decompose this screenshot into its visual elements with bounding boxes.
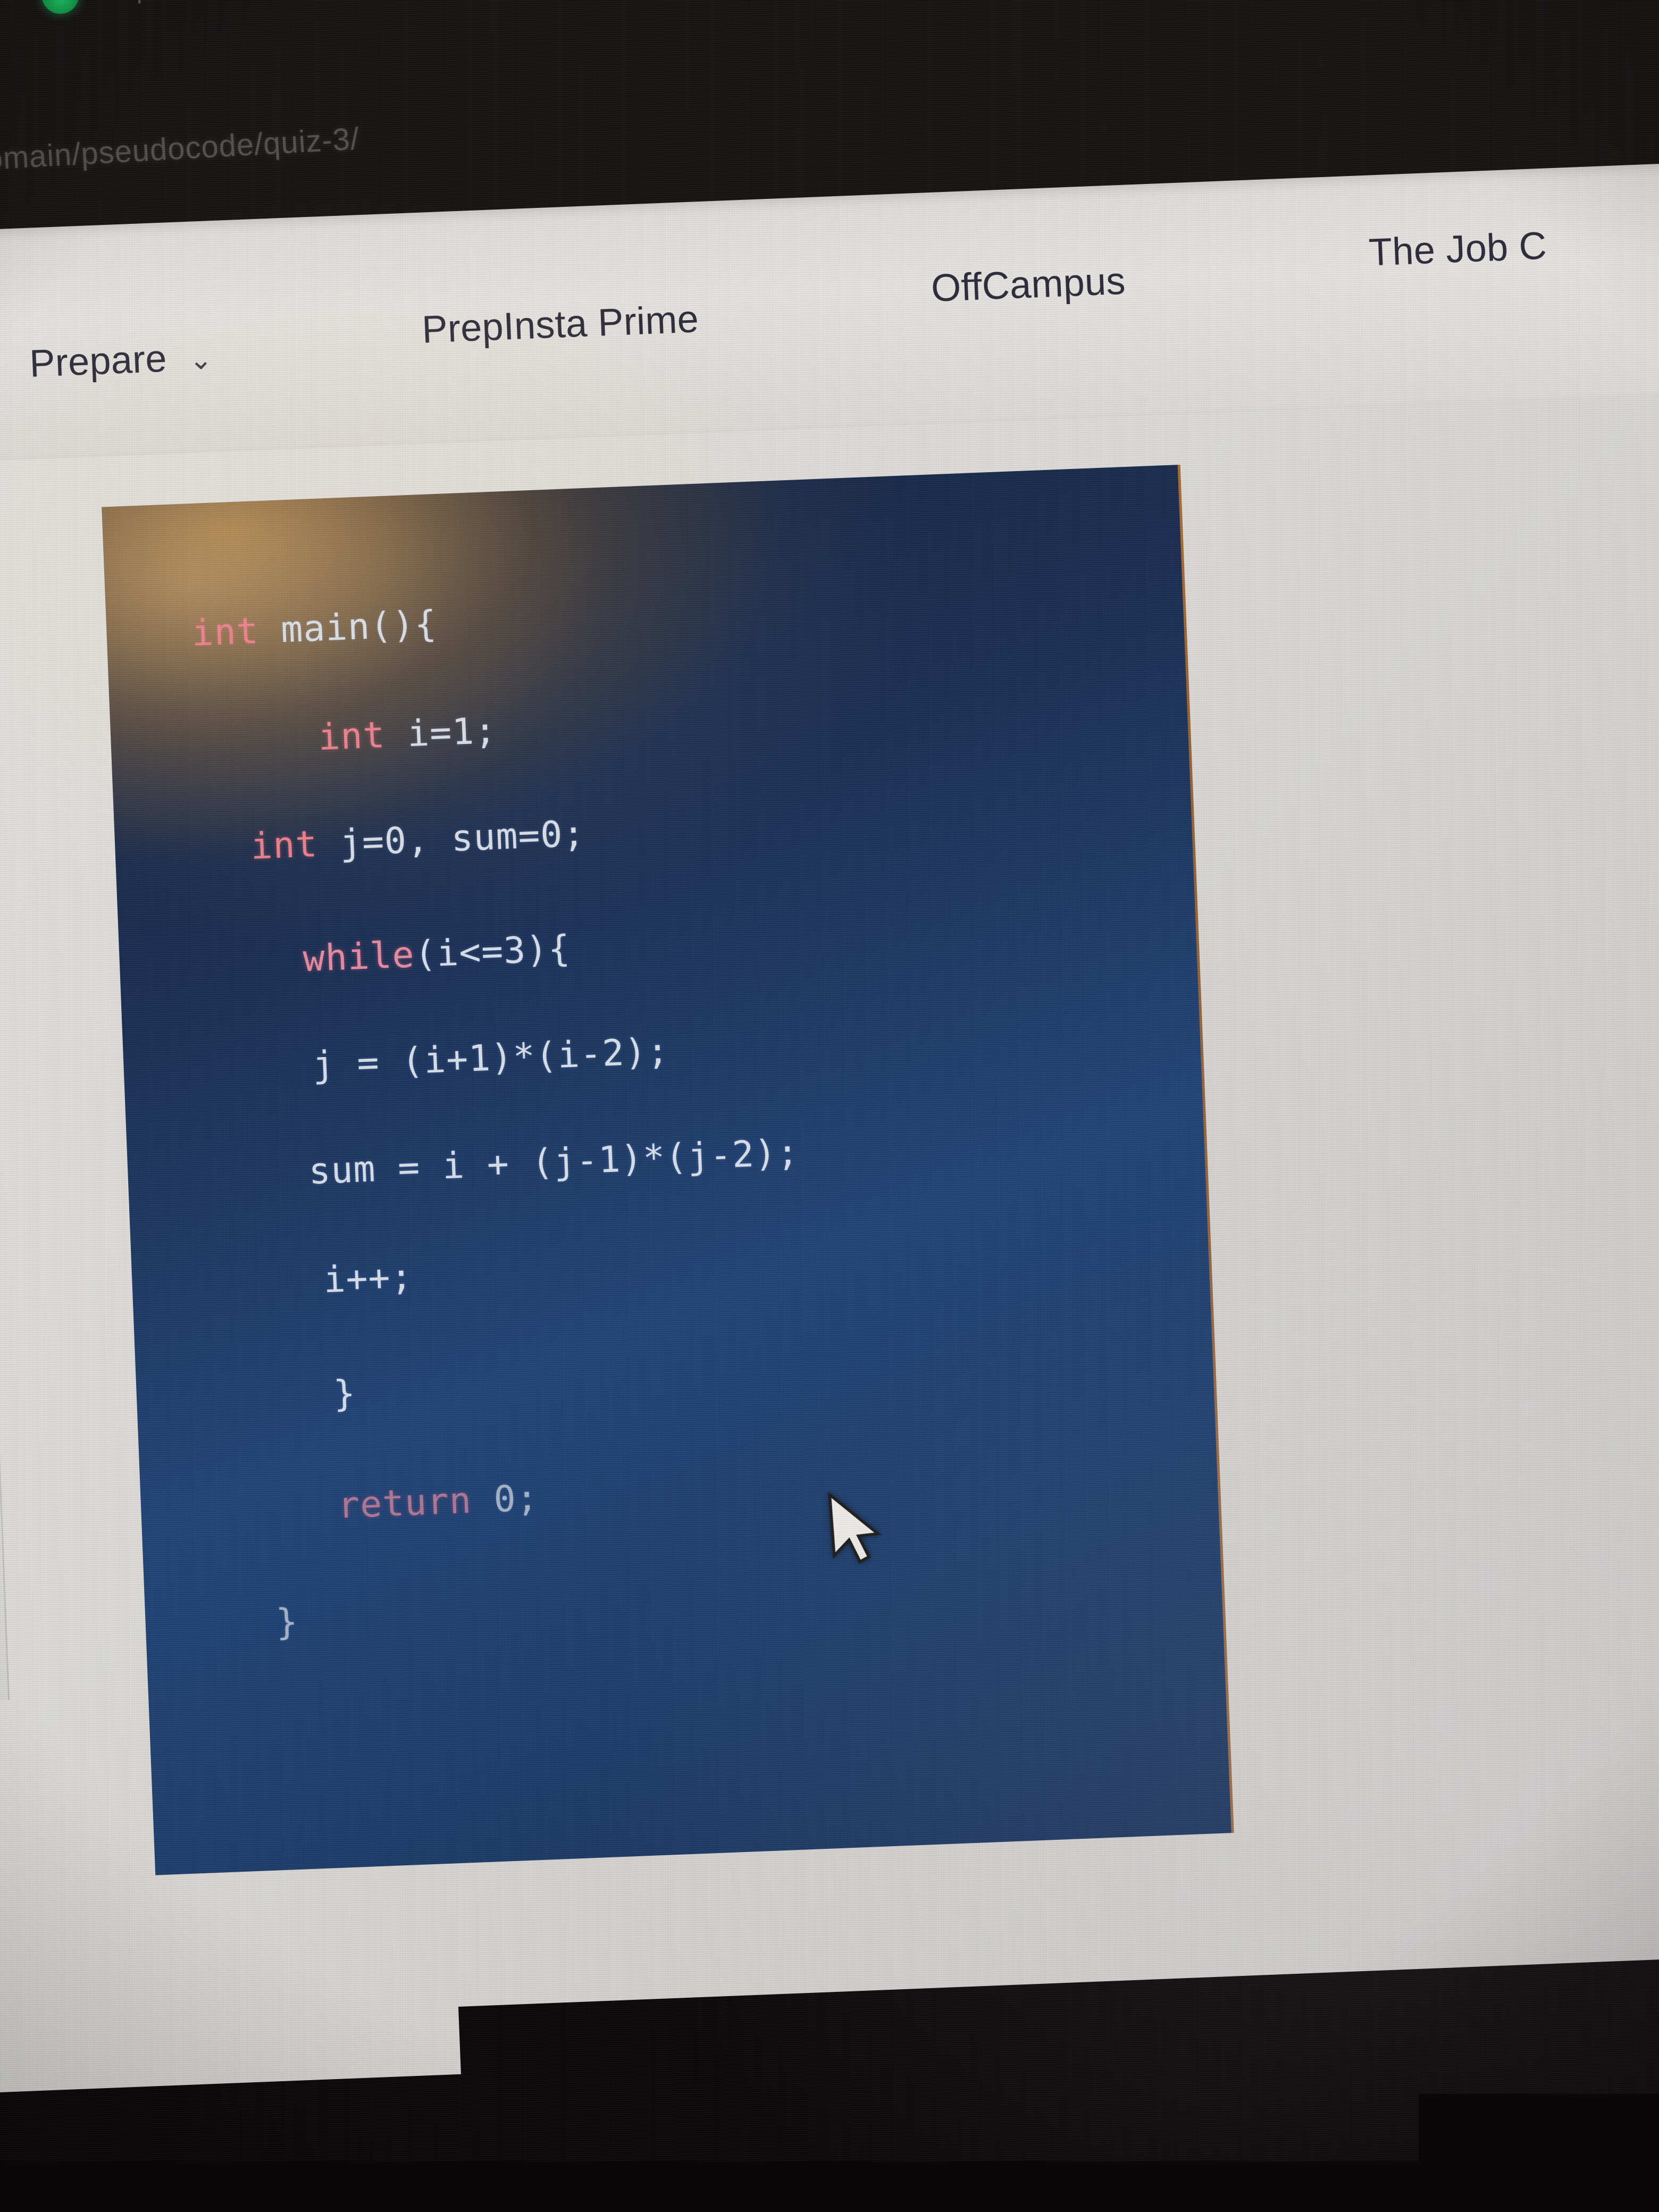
code-token: j=0, sum=0; bbox=[317, 812, 586, 865]
code-token: i=1; bbox=[384, 710, 498, 756]
screen-content: ✕ PrepInsta are/domain/pseudocode/quiz-3… bbox=[0, 0, 1659, 2212]
code-line: j = (i+1)*(i-2); bbox=[312, 1030, 670, 1086]
tab-strip: ✕ PrepInsta bbox=[0, 0, 1659, 37]
code-block: int main(){ int i=1; int j=0, sum=0; whi… bbox=[102, 465, 1234, 1875]
prepinsta-favicon bbox=[41, 0, 80, 14]
code-token: main(){ bbox=[258, 603, 438, 652]
code-line: return 0; bbox=[337, 1477, 539, 1527]
chevron-down-icon[interactable]: ⌄ bbox=[189, 343, 213, 376]
keyword-token: while bbox=[302, 934, 415, 980]
code-line: int j=0, sum=0; bbox=[250, 812, 586, 868]
code-line: sum = i + (j-1)*(j-2); bbox=[308, 1132, 800, 1193]
code-token: (i<=3){ bbox=[414, 928, 571, 976]
code-token: 0; bbox=[471, 1477, 539, 1522]
code-line: while(i<=3){ bbox=[302, 928, 571, 981]
left-rail-divider bbox=[0, 1089, 10, 1700]
keyword-token: int bbox=[317, 714, 386, 759]
code-line: int main(){ bbox=[191, 603, 438, 655]
code-line: } bbox=[275, 1601, 299, 1644]
nav-item-the-job-c[interactable]: The Job C bbox=[1368, 224, 1548, 275]
keyword-token: return bbox=[337, 1480, 473, 1527]
nav-label-prepare: Prepare bbox=[29, 338, 167, 386]
code-line: int i=1; bbox=[317, 710, 497, 759]
nav-item-prepinsta-prime[interactable]: PrepInsta Prime bbox=[421, 297, 700, 351]
keyword-token: int bbox=[250, 823, 319, 868]
tab-title[interactable]: PrepInsta bbox=[97, 0, 205, 6]
nav-item-prepare[interactable]: Prepare ⌄ bbox=[29, 335, 213, 386]
code-line: } bbox=[333, 1372, 357, 1415]
keyword-token: int bbox=[191, 610, 259, 655]
code-line: i++; bbox=[323, 1256, 414, 1302]
url-text[interactable]: are/domain/pseudocode/quiz-3/ bbox=[0, 121, 361, 181]
monitor-photo: ✕ PrepInsta are/domain/pseudocode/quiz-3… bbox=[0, 0, 1659, 2212]
nav-item-offcampus[interactable]: OffCampus bbox=[931, 259, 1126, 311]
